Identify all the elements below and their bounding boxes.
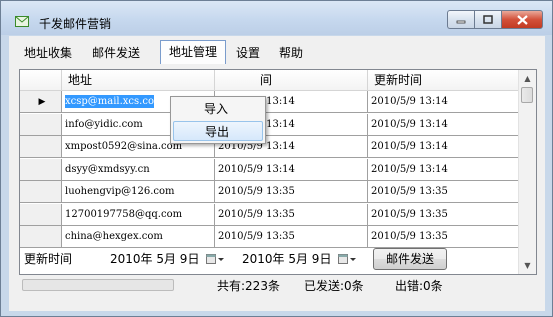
dropdown-export[interactable]: 导出 [173, 121, 263, 141]
email-cell[interactable]: china@hexgex.com [62, 226, 215, 248]
update-time-cell: 2010/5/9 13:14 [368, 91, 520, 113]
header-address[interactable]: 地址 [62, 70, 215, 90]
update-time-cell: 2010/5/9 13:14 [368, 158, 520, 181]
header-corner [20, 70, 62, 90]
table-header: 地址 间 更新时间 [20, 70, 520, 91]
title-bar[interactable]: 千发邮件营销 [1, 1, 552, 35]
window-title: 千发邮件营销 [39, 17, 112, 31]
update-time-cell: 2010/5/9 13:35 [368, 181, 520, 203]
email-cell[interactable]: 12700197758@qq.com [62, 203, 215, 226]
dropdown-import[interactable]: 导入 [173, 99, 263, 119]
window-controls [447, 10, 543, 30]
table-row[interactable]: xmpost0592@sina.com 2010/5/9 13:14 2010/5/… [20, 136, 520, 158]
calendar-dropdown-icon[interactable] [337, 250, 359, 268]
header-update-time[interactable]: 更新时间 [368, 70, 520, 90]
address-table: 地址 间 更新时间 ▶xcsp@mail.xcs.co2010/5/9 13:1… [19, 69, 537, 275]
time-cell: 2010/5/9 13:35 [215, 203, 368, 226]
table-row[interactable]: dsyy@xmdsyy.cn 2010/5/9 13:14 2010/5/9 13:… [20, 158, 520, 181]
send-progress-bar [22, 279, 174, 291]
main-window: 千发邮件营销 地址收集 邮件发送 地址管理 设置 帮助 地址 间 更新时间 ▶ … [0, 0, 553, 317]
minimize-button[interactable] [447, 10, 474, 29]
email-cell[interactable]: dsyy@xmdsyy.cn [62, 158, 215, 181]
update-time-cell: 2010/5/9 13:14 [368, 113, 520, 136]
time-cell: 2010/5/9 13:35 [215, 226, 368, 248]
minimize-icon [456, 20, 466, 23]
vertical-scrollbar[interactable]: ▲ ▼ [518, 70, 536, 274]
row-header[interactable] [20, 181, 62, 203]
date-from-value: 2010年 5月 9日 [110, 252, 200, 266]
close-icon [516, 14, 528, 25]
date-from-picker[interactable]: 2010年 5月 9日 [107, 250, 231, 270]
row-header[interactable] [20, 203, 62, 226]
menu-help[interactable]: 帮助 [279, 44, 303, 60]
table-row[interactable]: ▶xcsp@mail.xcs.co2010/5/9 13:142010/5/9 … [20, 91, 520, 113]
update-time-cell: 2010/5/9 13:35 [368, 226, 520, 248]
address-manage-dropdown: 导入 导出 [170, 96, 266, 144]
update-time-cell: 2010/5/9 13:14 [368, 136, 520, 158]
client-area: 地址收集 邮件发送 地址管理 设置 帮助 地址 间 更新时间 ▶ xcsp@mai… [9, 36, 545, 311]
update-time-cell: 2010/5/9 13:35 [368, 203, 520, 226]
row-header[interactable] [20, 226, 62, 248]
scroll-down-arrow-icon[interactable]: ▼ [519, 257, 536, 274]
table-row[interactable]: info@yidic.com2010/5/9 13:142010/5/9 13:… [20, 113, 520, 136]
update-time-label: 更新时间 [24, 252, 73, 266]
time-cell: 2010/5/9 13:35 [215, 181, 368, 203]
date-to-picker[interactable]: 2010年 5月 9日 [239, 250, 363, 270]
send-mail-button[interactable]: 邮件发送 [373, 248, 447, 270]
calendar-dropdown-icon[interactable] [205, 250, 227, 268]
menu-bar: 地址收集 邮件发送 地址管理 设置 帮助 [9, 36, 545, 66]
sent-count: 已发送:0条 [304, 279, 364, 293]
row-header[interactable] [20, 113, 62, 136]
email-cell[interactable]: luohengvip@126.com [62, 181, 215, 203]
envelope-app-icon [15, 16, 29, 27]
close-button[interactable] [501, 10, 543, 29]
menu-settings[interactable]: 设置 [236, 44, 260, 60]
header-time[interactable]: 间 [215, 70, 368, 90]
menu-address-manage[interactable]: 地址管理 [160, 40, 226, 64]
menu-address-collect[interactable]: 地址收集 [24, 44, 72, 60]
row-header[interactable]: ▶ [20, 91, 62, 113]
table-row[interactable]: 12700197758@qq.com 2010/5/9 13:35 2010/5/9… [20, 203, 520, 226]
row-header[interactable] [20, 158, 62, 181]
scroll-thumb[interactable] [521, 87, 533, 103]
total-count: 共有:223条 [217, 279, 280, 293]
maximize-icon [483, 15, 493, 24]
date-to-value: 2010年 5月 9日 [242, 252, 332, 266]
time-cell: 2010/5/9 13:14 [215, 158, 368, 181]
maximize-button[interactable] [474, 10, 501, 29]
error-count: 出错:0条 [395, 279, 443, 293]
table-row[interactable]: luohengvip@126.com 2010/5/9 13:35 2010/5/9… [20, 181, 520, 203]
table-row[interactable]: china@hexgex.com 2010/5/9 13:35 2010/5/9 1… [20, 226, 520, 248]
row-header[interactable] [20, 136, 62, 158]
menu-mail-send[interactable]: 邮件发送 [92, 44, 140, 60]
scroll-up-arrow-icon[interactable]: ▲ [519, 70, 536, 87]
